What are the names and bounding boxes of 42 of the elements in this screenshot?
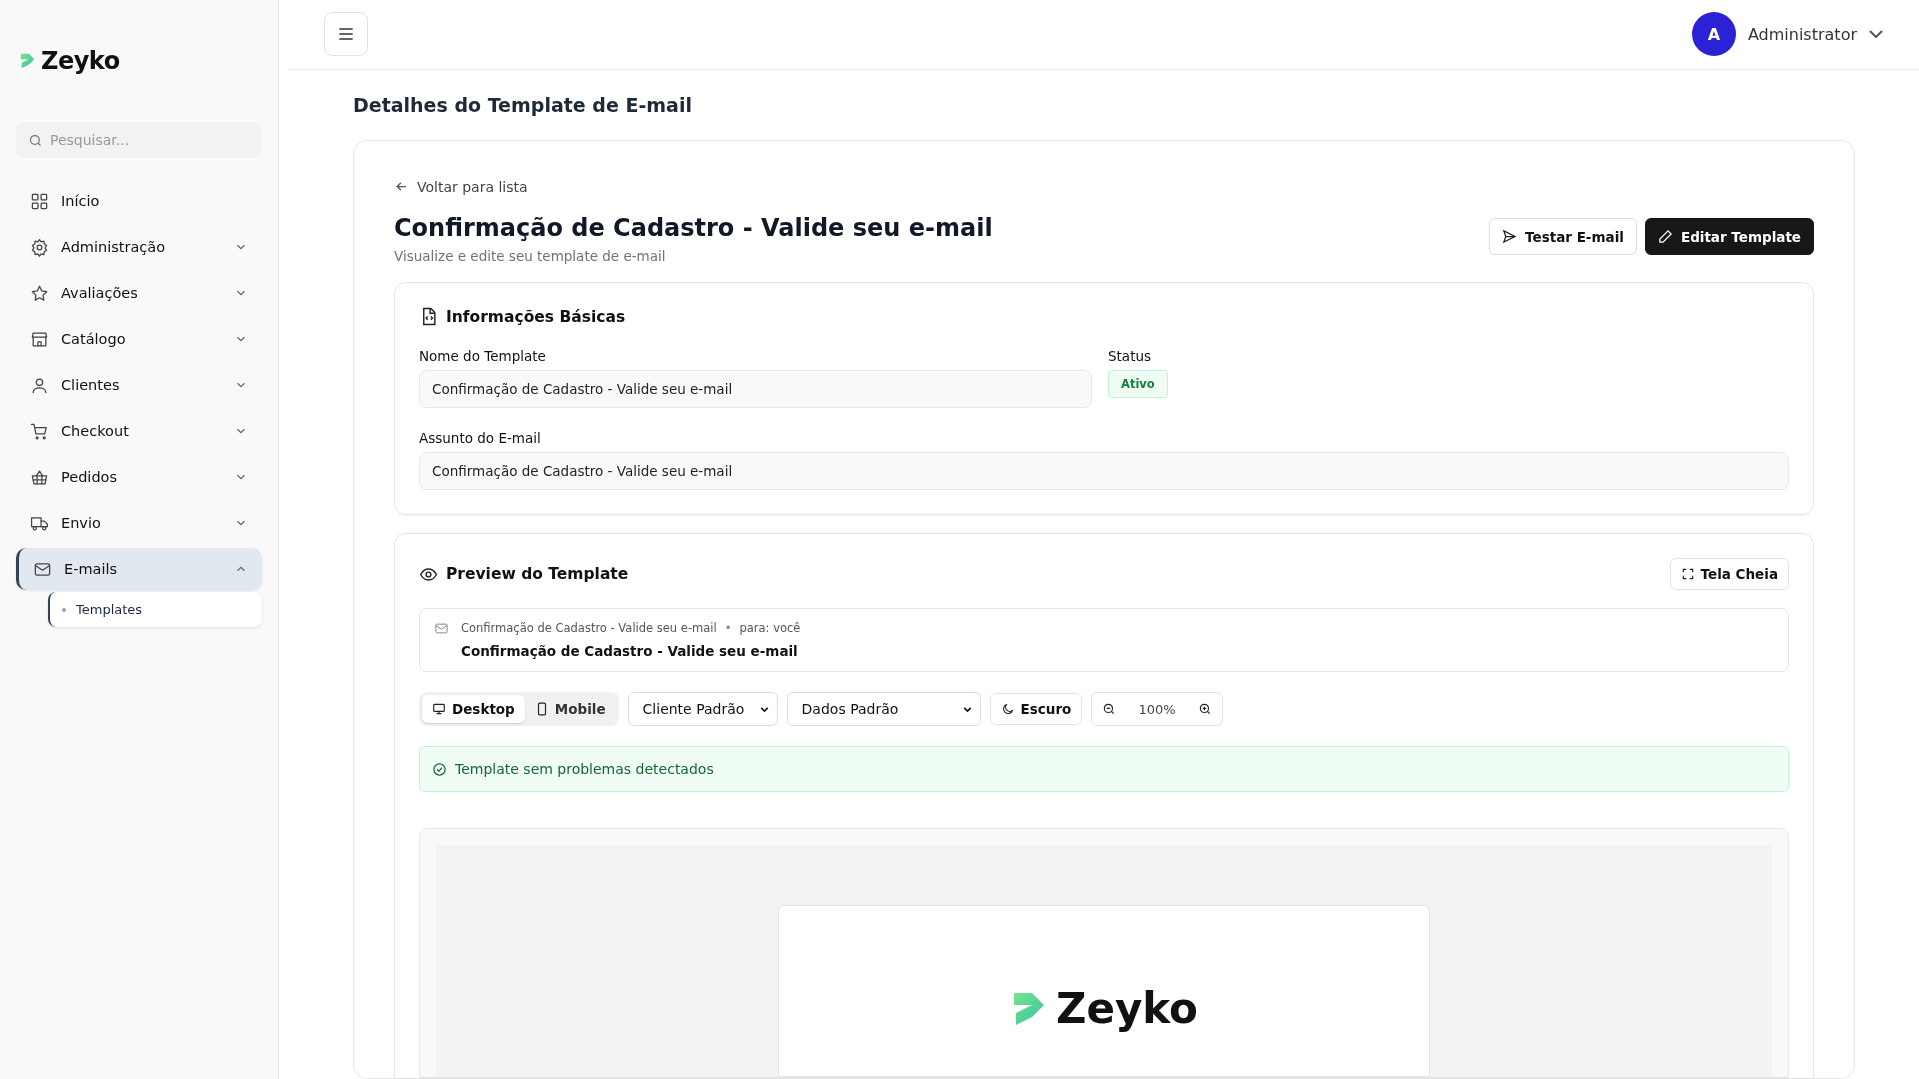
field-label: Status (1108, 348, 1153, 364)
data-select[interactable]: Dados Padrão (786, 692, 981, 726)
sidebar-subitem[interactable]: Templates (48, 592, 262, 627)
client-select[interactable]: Cliente Padrão (627, 692, 778, 726)
zoom-level: 100% (1138, 701, 1176, 717)
panel-heading: Preview do Template (446, 565, 629, 583)
field-label: Assunto do E-mail (419, 430, 542, 446)
email-recipient: para: você (739, 621, 801, 635)
sidebar-item[interactable]: Clientes (16, 364, 262, 406)
sidebar-item[interactable]: Envio (16, 502, 262, 544)
sidebar-item[interactable]: Pedidos (16, 456, 262, 498)
back-link[interactable]: Voltar para lista (394, 178, 528, 195)
separator-dot: • (724, 621, 732, 635)
sidebar-item[interactable]: Início (16, 180, 262, 222)
edit-button[interactable]: Editar Template (1644, 218, 1814, 255)
fullscreen-button[interactable]: Tela Cheia (1669, 558, 1789, 590)
sidebar-item[interactable]: Avaliações (16, 272, 262, 314)
name-field[interactable]: Confirmação de Cadastro - Valide seu e-mail (419, 370, 1092, 408)
logo-text: Zeyko (41, 47, 120, 75)
test-button[interactable]: Testar E-mail (1489, 218, 1637, 255)
sidebar-item[interactable]: Checkout (16, 410, 262, 452)
template-subtitle: Visualize e edite seu template de e-mail (394, 248, 667, 264)
subject-field[interactable]: Confirmação de Cadastro - Valide seu e-mail (419, 452, 1789, 490)
avatar: A (1691, 12, 1736, 57)
desktop-tab[interactable]: Desktop (422, 695, 525, 723)
sidebar-item[interactable]: Administração (16, 226, 262, 268)
dark-mode-button[interactable]: Escuro (989, 693, 1083, 725)
page-title: Detalhes do Template de E-mail (353, 93, 693, 116)
email-title: Confirmação de Cadastro - Valide seu e-mail (461, 643, 799, 659)
template-title: Confirmação de Cadastro - Valide seu e-mail (394, 214, 993, 242)
sidebar-item[interactable]: E-mails (16, 548, 262, 590)
search-field[interactable]: Pesquisar... (16, 122, 262, 158)
validation-message: Template sem problemas detectados (455, 761, 714, 777)
email-subject: Confirmação de Cadastro - Valide seu e-mail (461, 621, 717, 635)
email-logo-text: Zeyko (1056, 988, 1198, 1030)
mobile-tab[interactable]: Mobile (524, 695, 616, 723)
panel-heading: Informações Básicas (446, 307, 626, 326)
user-name: Administrator (1747, 24, 1857, 44)
status-badge: Ativo (1108, 370, 1168, 398)
sidebar-item[interactable]: Catálogo (16, 318, 262, 360)
user-menu[interactable]: A Administrator (1691, 12, 1883, 57)
field-label: Nome do Template (419, 348, 547, 364)
